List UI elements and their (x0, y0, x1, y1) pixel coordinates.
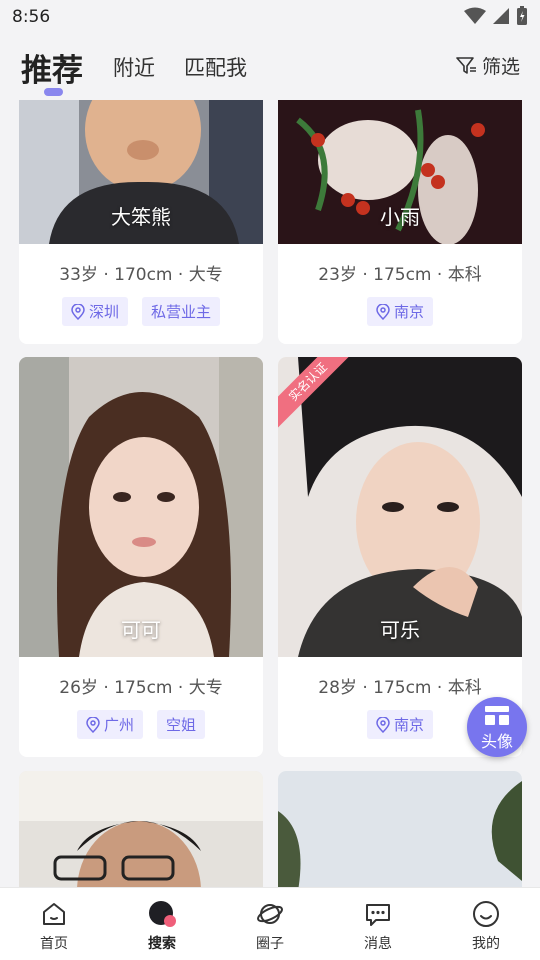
chat-icon (366, 904, 390, 926)
location-tag: 南京 (366, 297, 433, 326)
battery-icon (517, 6, 527, 25)
profile-name: 大笨熊 (111, 205, 171, 229)
profile-name: 可乐 (380, 618, 420, 642)
location-tag: 广州 (76, 710, 143, 739)
profile-photo: 小雨 (278, 100, 522, 244)
bottom-nav-label: 圈子 (256, 936, 284, 952)
bottom-nav-search[interactable]: 搜索 (108, 888, 216, 960)
profile-card[interactable]: 可可 26岁 · 175cm · 大专 广州 空姐 (19, 357, 263, 757)
smile-icon (473, 901, 499, 927)
location-tag: 南京 (366, 710, 433, 739)
occupation-tag: 私营业主 (142, 297, 221, 326)
bottom-nav-messages[interactable]: 消息 (324, 888, 432, 960)
tab-nearby[interactable]: 附近 (113, 52, 155, 82)
avatar-fab-button[interactable]: 头像 (467, 697, 527, 757)
profile-card[interactable]: 小雨 23岁 · 175cm · 本科 南京 (278, 100, 522, 344)
planet-icon (257, 904, 283, 924)
location-icon (71, 303, 85, 320)
status-icons (464, 6, 528, 26)
bottom-nav-me[interactable]: 我的 (432, 888, 540, 960)
profile-photo: 实名认证 可乐 (278, 357, 522, 657)
fab-label: 头像 (480, 732, 513, 751)
location-tag: 深圳 (61, 297, 128, 326)
tag-list: 广州 空姐 (19, 710, 263, 739)
signal-icon (493, 8, 509, 24)
filter-label: 筛选 (481, 56, 520, 78)
location-icon (376, 716, 390, 733)
home-icon (43, 903, 65, 925)
profile-card[interactable] (19, 771, 263, 887)
tag-list: 深圳 私营业主 (19, 297, 263, 326)
status-bar: 8:56 (0, 0, 540, 32)
profile-photo: 可可 (19, 357, 263, 657)
bottom-nav-circle[interactable]: 圈子 (216, 888, 324, 960)
top-nav: 推荐 附近 匹配我 筛选 (0, 32, 540, 100)
bottom-nav-label: 我的 (472, 936, 500, 952)
profile-card[interactable]: 大笨熊 33岁 · 170cm · 大专 深圳 私营业主 (19, 100, 263, 344)
bottom-nav-home[interactable]: 首页 (0, 888, 108, 960)
search-dot-icon (149, 901, 176, 927)
profile-name: 小雨 (380, 205, 420, 229)
occupation-tag: 空姐 (157, 710, 206, 739)
tab-match-me[interactable]: 匹配我 (184, 52, 247, 82)
location-icon (376, 303, 390, 320)
bottom-nav-label: 消息 (364, 936, 392, 952)
profile-info: 28岁 · 175cm · 本科 (318, 678, 482, 698)
bottom-nav-label: 首页 (40, 936, 68, 952)
filter-icon (456, 56, 476, 74)
profile-photo (19, 771, 263, 887)
profile-photo (278, 771, 522, 887)
profile-photo: 大笨熊 (19, 100, 263, 244)
profile-name: 可可 (121, 618, 161, 642)
profile-card[interactable] (278, 771, 522, 887)
bottom-nav: 首页 搜索 圈子 消息 我的 (0, 887, 540, 960)
location-icon (86, 716, 100, 733)
wifi-icon (464, 7, 486, 24)
grid-icon (485, 706, 509, 725)
tag-list: 南京 (278, 297, 522, 326)
bottom-nav-label: 搜索 (148, 936, 176, 952)
status-time: 8:56 (12, 7, 51, 27)
profile-info: 23岁 · 175cm · 本科 (318, 265, 482, 285)
tab-recommend[interactable]: 推荐 (21, 45, 83, 90)
profile-info: 33岁 · 170cm · 大专 (59, 265, 223, 285)
active-tab-indicator (44, 88, 63, 96)
profile-feed[interactable]: 大笨熊 33岁 · 170cm · 大专 深圳 私营业主 小雨 23岁 · 17… (0, 100, 540, 887)
filter-button[interactable]: 筛选 (456, 52, 520, 79)
profile-info: 26岁 · 175cm · 大专 (59, 678, 223, 698)
profile-card[interactable]: 实名认证 可乐 28岁 · 175cm · 本科 南京 (278, 357, 522, 757)
